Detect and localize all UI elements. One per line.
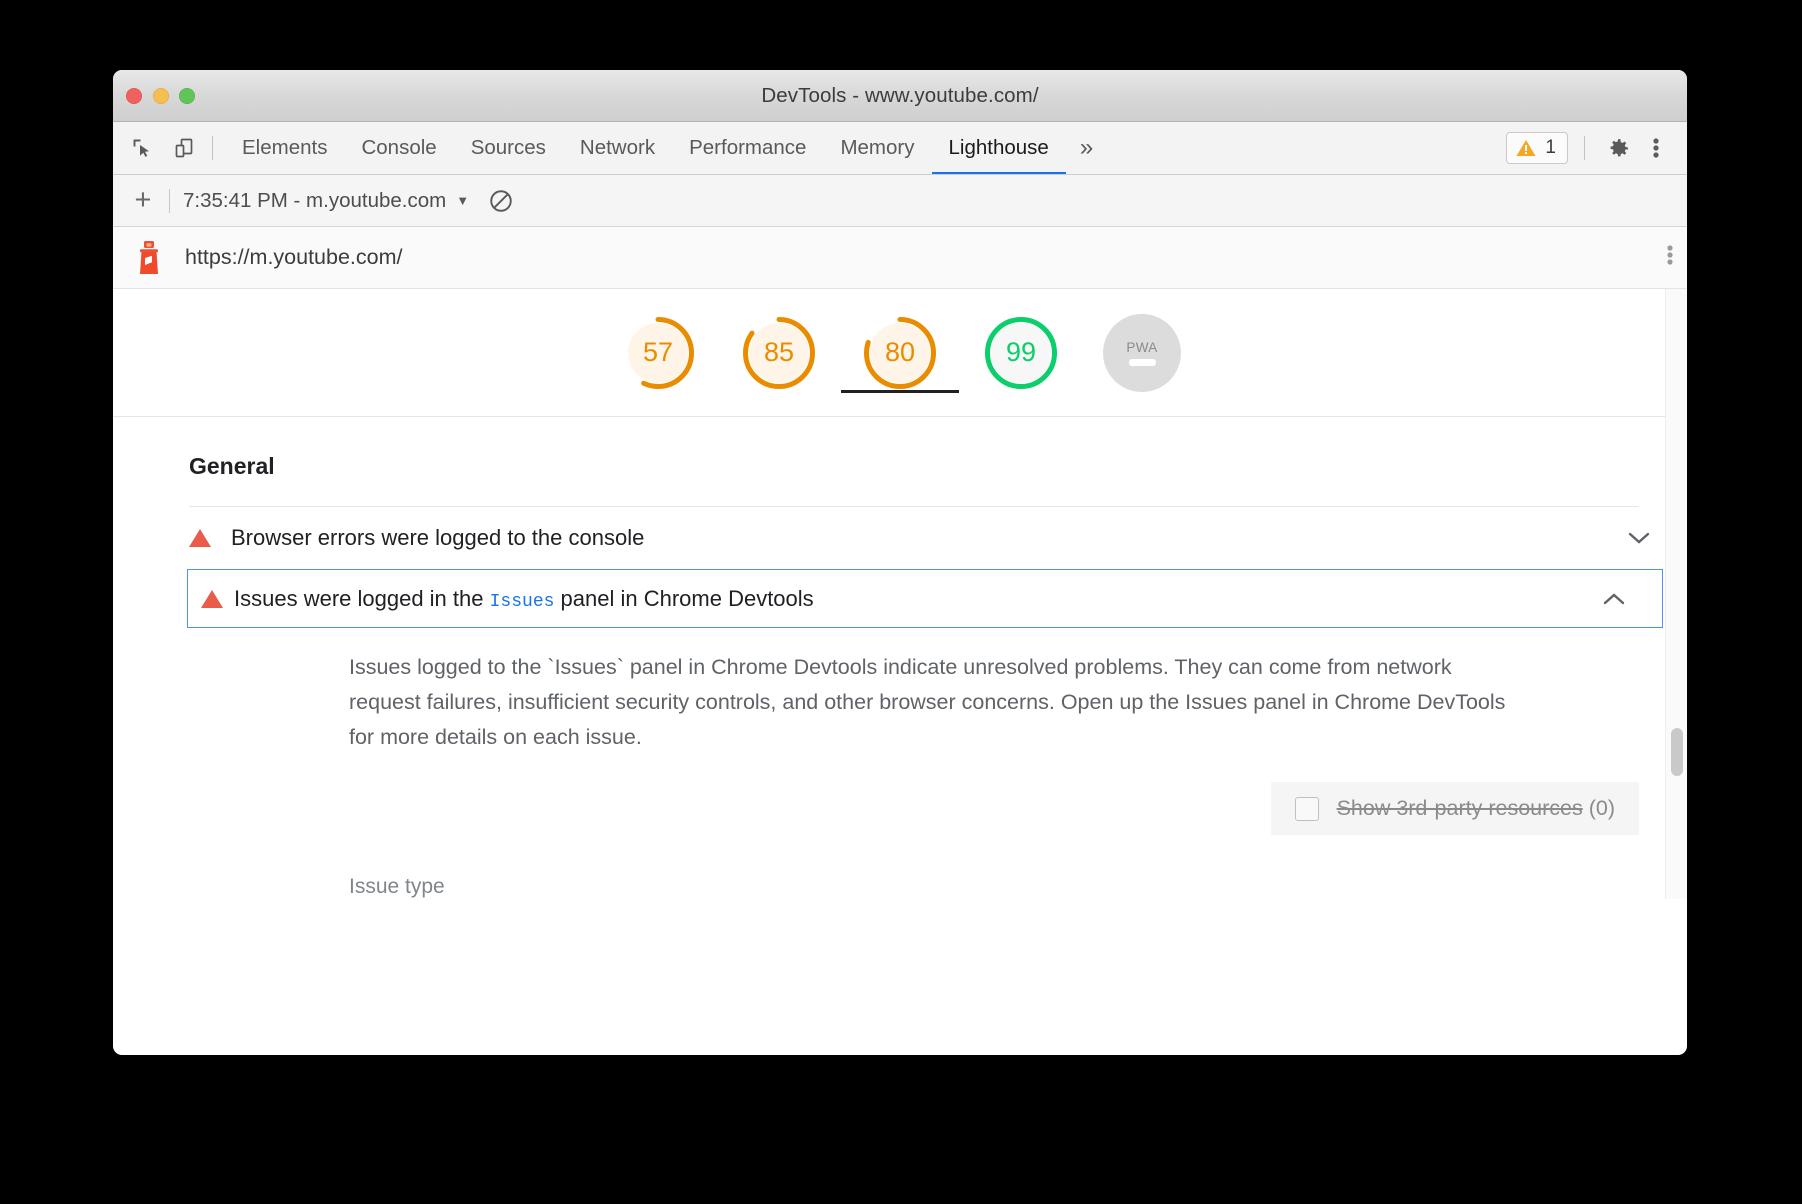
red-triangle-icon <box>190 590 234 608</box>
tab-strip-right-controls: 1 <box>1506 122 1687 174</box>
gauge-seo[interactable]: 99 <box>982 314 1060 392</box>
report-options-kebab-icon[interactable] <box>1667 243 1673 272</box>
report-url-header: https://m.youtube.com/ <box>113 227 1687 289</box>
chevron-down-icon: ▼ <box>456 193 469 208</box>
audit-title: Browser errors were logged to the consol… <box>231 525 644 551</box>
panel-tabs: Elements Console Sources Network Perform… <box>225 122 1107 174</box>
gauge-performance[interactable]: 57 <box>619 314 697 392</box>
score-gauges: 57 85 80 <box>113 289 1687 417</box>
warning-badge[interactable]: 1 <box>1506 132 1568 164</box>
lighthouse-report-body: 57 85 80 <box>113 289 1687 899</box>
tab-performance[interactable]: Performance <box>672 122 823 174</box>
lighthouse-icon <box>135 240 163 276</box>
more-tabs-icon[interactable]: » <box>1066 122 1107 174</box>
audit-description: Issues logged to the `Issues` panel in C… <box>113 628 1583 754</box>
devtools-tab-strip: Elements Console Sources Network Perform… <box>113 122 1687 175</box>
window-title: DevTools - www.youtube.com/ <box>113 84 1687 108</box>
inspect-element-icon[interactable] <box>127 132 159 164</box>
gauge-seo-value: 99 <box>982 314 1060 392</box>
third-party-filter[interactable]: Show 3rd-party resources (0) <box>1271 782 1639 835</box>
report-selector[interactable]: 7:35:41 PM - m.youtube.com ▼ <box>183 189 469 213</box>
tab-console[interactable]: Console <box>344 122 453 174</box>
report-url: https://m.youtube.com/ <box>185 245 403 270</box>
device-toolbar-icon[interactable] <box>168 132 200 164</box>
audit-title: Issues were logged in the Issues panel i… <box>234 586 814 612</box>
red-triangle-icon <box>189 529 231 547</box>
issues-panel-link[interactable]: Issues <box>490 592 555 612</box>
kebab-menu-icon[interactable] <box>1639 131 1673 165</box>
chevron-down-icon[interactable] <box>1627 531 1657 545</box>
audit-row-browser-errors[interactable]: Browser errors were logged to the consol… <box>113 507 1687 569</box>
third-party-filter-row: Show 3rd-party resources (0) <box>113 754 1687 835</box>
gauge-best-practices-value: 80 <box>861 314 939 392</box>
audits-list: General Browser errors were logged to th… <box>113 417 1687 899</box>
minimize-window-button[interactable] <box>153 88 169 104</box>
toolbar-divider <box>212 136 213 160</box>
show-third-party-count: (0) <box>1589 796 1615 820</box>
chevron-up-icon[interactable] <box>1602 592 1632 606</box>
vertical-scrollbar[interactable] <box>1665 289 1687 899</box>
window-titlebar: DevTools - www.youtube.com/ <box>113 70 1687 122</box>
show-third-party-text: Show 3rd-party resources <box>1337 796 1583 820</box>
warning-triangle-icon <box>1515 138 1537 158</box>
gauge-pwa-label: PWA <box>1126 340 1157 355</box>
report-selector-label: 7:35:41 PM - m.youtube.com <box>183 189 446 213</box>
audit-title-post: panel in Chrome Devtools <box>554 586 813 611</box>
gauge-pwa[interactable]: PWA <box>1103 314 1181 392</box>
gauge-performance-value: 57 <box>619 314 697 392</box>
gauge-pwa-not-applicable-dash <box>1129 359 1156 366</box>
lighthouse-toolbar-divider <box>169 189 170 213</box>
audit-row-issues-panel[interactable]: Issues were logged in the Issues panel i… <box>187 569 1663 628</box>
tab-lighthouse[interactable]: Lighthouse <box>932 122 1066 174</box>
gauge-best-practices[interactable]: 80 <box>861 314 939 392</box>
new-report-button[interactable]: + <box>127 186 159 215</box>
tab-memory[interactable]: Memory <box>823 122 931 174</box>
tab-sources[interactable]: Sources <box>454 122 563 174</box>
tab-elements[interactable]: Elements <box>225 122 344 174</box>
show-third-party-label: Show 3rd-party resources (0) <box>1337 796 1615 821</box>
tab-network[interactable]: Network <box>563 122 672 174</box>
gauge-accessibility[interactable]: 85 <box>740 314 818 392</box>
lighthouse-toolbar: + 7:35:41 PM - m.youtube.com ▼ <box>113 175 1687 227</box>
section-title-general: General <box>113 417 1687 480</box>
devtools-window: DevTools - www.youtube.com/ <box>113 70 1687 1055</box>
clear-all-icon[interactable] <box>488 188 514 214</box>
maximize-window-button[interactable] <box>179 88 195 104</box>
vertical-scrollbar-thumb[interactable] <box>1671 728 1683 776</box>
show-third-party-checkbox[interactable] <box>1295 797 1319 821</box>
gear-icon[interactable] <box>1601 131 1635 165</box>
active-gauge-indicator <box>841 390 959 393</box>
audit-title-pre: Issues were logged in the <box>234 586 490 611</box>
window-controls <box>126 88 195 104</box>
close-window-button[interactable] <box>126 88 142 104</box>
warning-count: 1 <box>1545 137 1556 159</box>
gauge-accessibility-value: 85 <box>740 314 818 392</box>
toolbar-divider-2 <box>1584 136 1585 160</box>
devtools-tool-buttons <box>113 122 200 174</box>
table-column-header-issue-type: Issue type <box>113 835 1687 899</box>
